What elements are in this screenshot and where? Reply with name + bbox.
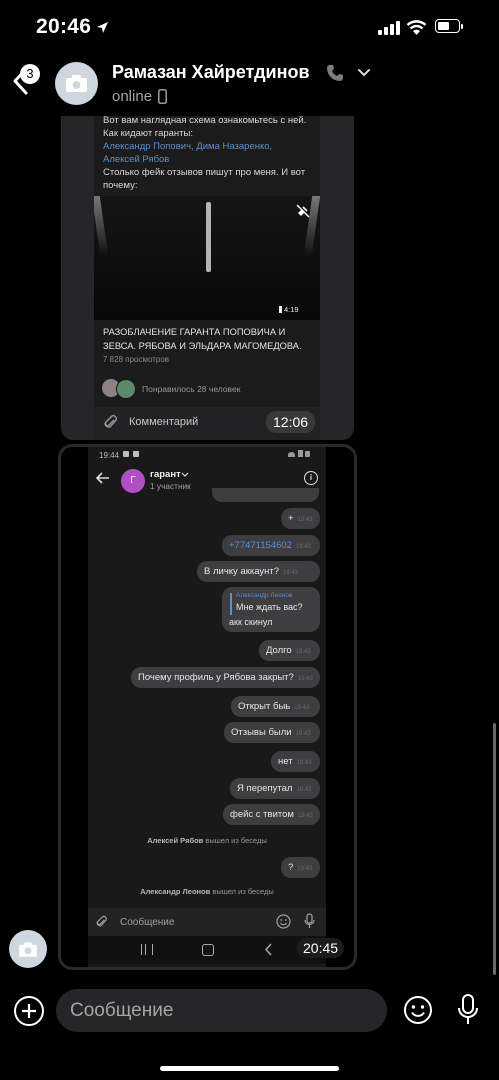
post-text: Как кидают гаранты: (103, 128, 193, 139)
system-text: вышел из беседы (205, 836, 267, 845)
reply-bubble: Александр Леонов Мне ждать вас? акк скин… (222, 587, 320, 632)
message-text: + (288, 513, 294, 524)
message-text: фейс с твитом (230, 809, 294, 820)
chevron-down-icon[interactable] (357, 68, 371, 78)
wifi-icon (406, 20, 427, 35)
message-time: 20:45 (297, 938, 345, 958)
microphone-button[interactable] (457, 994, 479, 1026)
info-icon[interactable]: i (304, 471, 318, 485)
chat-avatar[interactable]: Г (121, 469, 145, 493)
paperclip-icon[interactable] (104, 414, 117, 431)
video-duration: 4:19 (284, 305, 299, 314)
cellular-signal-icon (378, 21, 402, 35)
chat-participants: 1 участник (150, 481, 191, 491)
system-user: Алексей Рябов (147, 836, 204, 845)
paperclip-icon[interactable] (96, 915, 107, 929)
camera-icon (19, 942, 37, 957)
arrow-left-icon[interactable] (96, 472, 110, 484)
message-text: ? (288, 862, 294, 873)
location-arrow-icon (97, 22, 108, 33)
message-text: Открыт быь (238, 701, 291, 712)
post-link[interactable]: Александр Попович, Дима Назаренко, (103, 140, 272, 153)
comment-placeholder[interactable]: Комментарий (129, 416, 198, 429)
message-bubble: ? 19:43 (281, 857, 320, 878)
attach-button[interactable] (14, 996, 44, 1026)
contact-avatar[interactable] (55, 62, 98, 105)
likes-count: Понравилось 28 человек (142, 384, 241, 394)
system-message: Александр Леонов вышел из беседы (88, 887, 326, 896)
phone-icon[interactable] (326, 64, 344, 82)
phone-link[interactable]: +77471154602 (229, 540, 292, 551)
video-title: РАЗОБЛАЧЕНИЕ ГАРАНТА ПОПОВИЧА И (103, 327, 286, 337)
message-bubble: Почему профиль у Рябова закрыт? 19:43 (131, 667, 320, 688)
camera-icon (66, 75, 87, 92)
post-link[interactable]: Алексей Рябов (103, 153, 169, 166)
message-text: нет (278, 756, 293, 767)
contact-name[interactable]: Рамазан Хайретдинов (112, 62, 310, 83)
liker-avatar (116, 379, 136, 399)
status-time: 20:46 (36, 15, 92, 38)
message-bubble: В личку аккаунт? 19:43 (197, 561, 320, 582)
battery-icon (435, 19, 464, 34)
message-input[interactable]: Сообщение (56, 989, 387, 1032)
home-icon[interactable] (202, 944, 214, 956)
message-bubble: Открыт быь 19:43 (231, 696, 320, 717)
contact-status: online (112, 88, 153, 105)
system-message: Алексей Рябов вышел из беседы (88, 836, 326, 845)
phone-time: 19:44 (99, 451, 120, 460)
plus-icon (22, 1004, 36, 1018)
message-text: Я перепутал (237, 783, 293, 794)
microphone-icon[interactable] (304, 913, 315, 929)
message-bubble: нет 19:43 (271, 751, 320, 772)
mute-icon[interactable] (296, 204, 310, 218)
reply-author: Александр Леонов (236, 592, 293, 599)
message-bubble: +19:43 (281, 508, 320, 529)
mobile-device-icon (158, 89, 167, 104)
system-text: вышел из беседы (212, 887, 274, 896)
message-text: акк скинул (229, 617, 273, 627)
message-bubble: +77471154602 19:43 (222, 535, 320, 556)
phone-signal-icon (288, 450, 310, 457)
chevron-down-icon[interactable] (181, 472, 189, 478)
message-bubble: фейс с твитом 19:43 (223, 804, 320, 825)
post-text: почему: (103, 180, 138, 191)
notification-icon (133, 451, 139, 457)
post-text: Столько фейк отзывов пишут про меня. И в… (103, 167, 306, 178)
notification-icon (123, 451, 129, 457)
android-back-icon[interactable] (264, 943, 273, 956)
video-thumbnail[interactable]: 4:19 (94, 196, 320, 320)
message-text: Долго (266, 645, 292, 656)
chat-input-placeholder[interactable]: Сообщение (120, 916, 174, 929)
recent-apps-icon[interactable] (141, 944, 153, 955)
reply-quote: Мне ждать вас? (236, 602, 303, 612)
unread-badge: 3 (20, 64, 40, 84)
home-indicator (160, 1066, 339, 1071)
scrollbar[interactable] (493, 723, 496, 975)
system-user: Александр Леонов (140, 887, 211, 896)
message-input-placeholder: Сообщение (70, 1000, 174, 1021)
message-text: Отзывы были (231, 727, 292, 738)
message-bubble: Я перепутал 19:43 (230, 778, 320, 799)
emoji-icon[interactable] (276, 914, 291, 929)
post-text: Вот вам наглядная схема ознакомьтесь с н… (103, 115, 307, 126)
emoji-button[interactable] (403, 995, 433, 1025)
sender-avatar[interactable] (9, 930, 47, 968)
message-bubble: Долго 19:43 (259, 640, 320, 661)
video-icon (279, 306, 282, 313)
message-text: Почему профиль у Рябова закрыт? (138, 672, 294, 683)
message-bubble: Отзывы были 19:43 (224, 722, 320, 743)
message-text: В личку аккаунт? (204, 566, 280, 577)
message-time: 12:06 (266, 411, 316, 433)
message-bubble (212, 488, 319, 502)
video-views: 7 828 просмотров (103, 355, 170, 364)
video-title: ЗЕВСА. РЯБОВА И ЭЛЬДАРА МАГОМЕДОВА. (103, 341, 302, 351)
